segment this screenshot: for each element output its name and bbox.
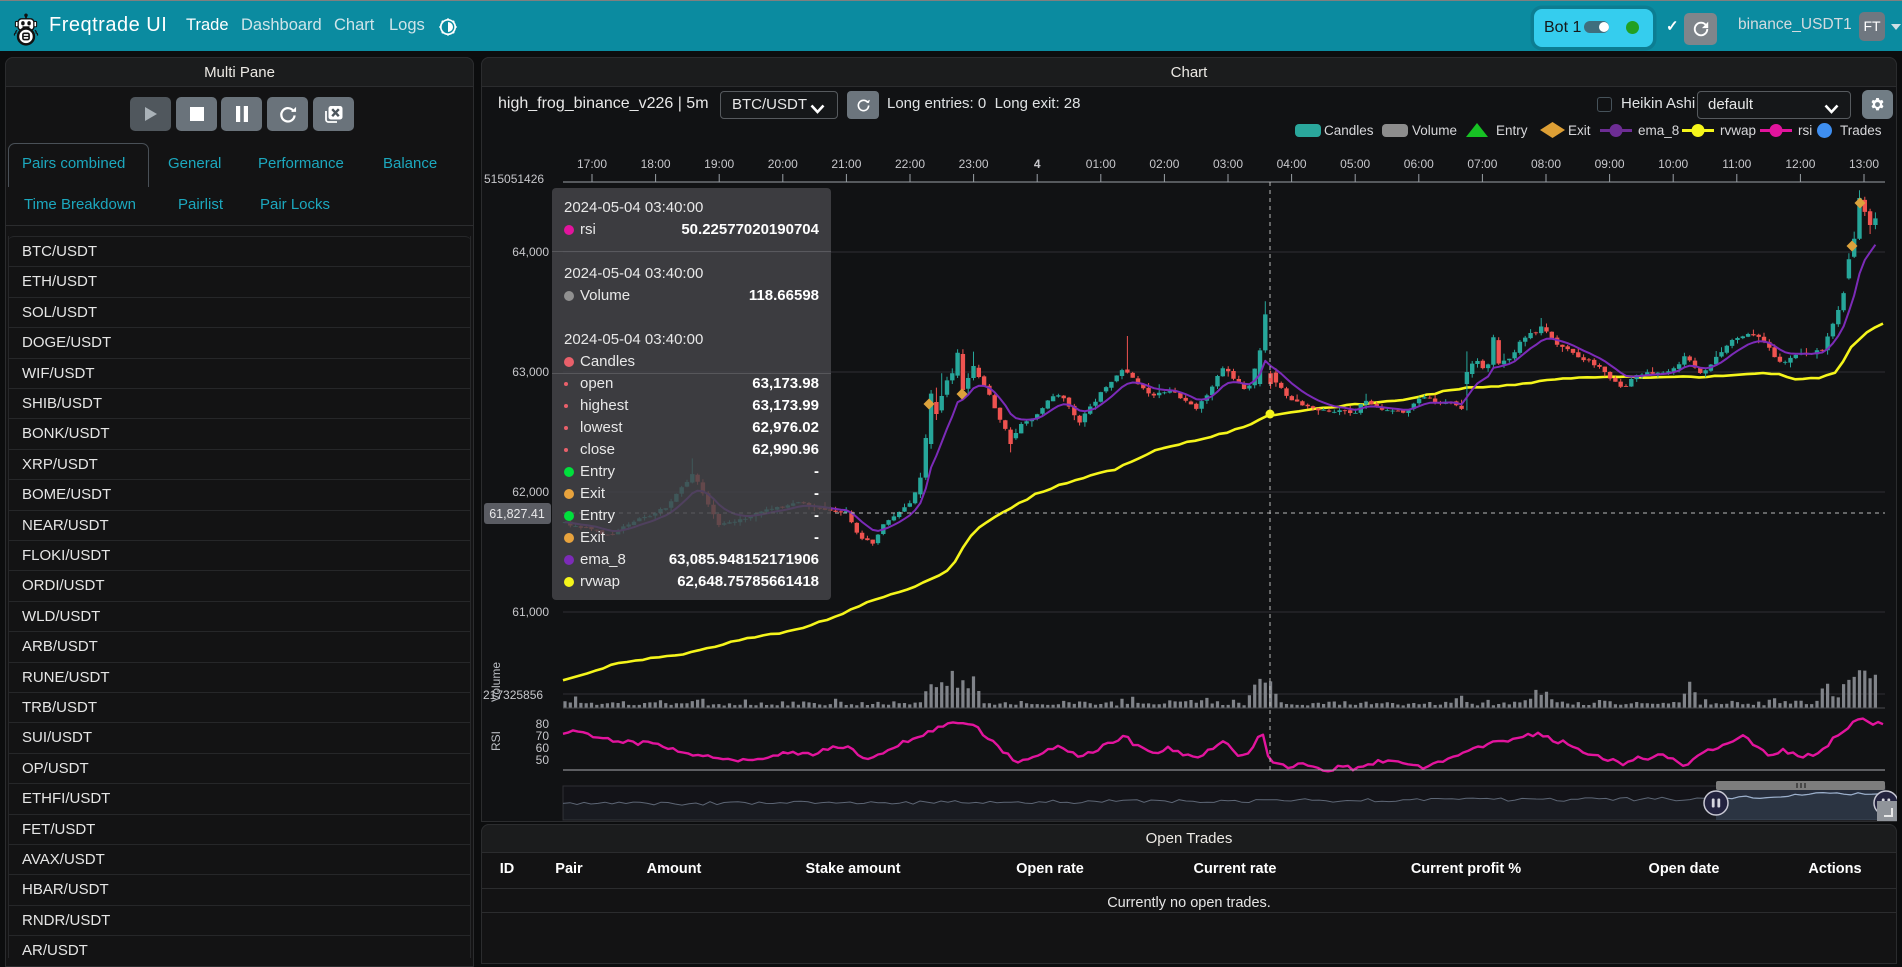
svg-text:20:00: 20:00 xyxy=(768,157,798,171)
svg-text:61,000: 61,000 xyxy=(512,605,549,619)
svg-text:21:00: 21:00 xyxy=(831,157,861,171)
svg-text:RSI: RSI xyxy=(489,731,503,751)
svg-text:515051426: 515051426 xyxy=(484,172,544,186)
svg-text:06:00: 06:00 xyxy=(1404,157,1434,171)
svg-text:10:00: 10:00 xyxy=(1658,157,1688,171)
svg-text:50: 50 xyxy=(536,753,550,767)
svg-text:04:00: 04:00 xyxy=(1277,157,1307,171)
svg-text:64,000: 64,000 xyxy=(512,245,549,259)
svg-text:03:00: 03:00 xyxy=(1213,157,1243,171)
svg-text:08:00: 08:00 xyxy=(1531,157,1561,171)
svg-text:23:00: 23:00 xyxy=(959,157,989,171)
svg-text:05:00: 05:00 xyxy=(1340,157,1370,171)
svg-text:18:00: 18:00 xyxy=(641,157,671,171)
svg-text:01:00: 01:00 xyxy=(1086,157,1116,171)
svg-text:4: 4 xyxy=(1034,157,1041,171)
svg-text:17:00: 17:00 xyxy=(577,157,607,171)
svg-text:Volume: Volume xyxy=(489,662,503,702)
svg-text:22:00: 22:00 xyxy=(895,157,925,171)
svg-text:19:00: 19:00 xyxy=(704,157,734,171)
svg-text:13:00: 13:00 xyxy=(1849,157,1879,171)
svg-text:07:00: 07:00 xyxy=(1467,157,1497,171)
svg-text:62,000: 62,000 xyxy=(512,485,549,499)
svg-text:63,000: 63,000 xyxy=(512,365,549,379)
svg-text:02:00: 02:00 xyxy=(1149,157,1179,171)
svg-text:09:00: 09:00 xyxy=(1595,157,1625,171)
svg-text:11:00: 11:00 xyxy=(1722,157,1751,171)
svg-text:12:00: 12:00 xyxy=(1785,157,1815,171)
svg-text:61,827.41: 61,827.41 xyxy=(489,507,545,521)
